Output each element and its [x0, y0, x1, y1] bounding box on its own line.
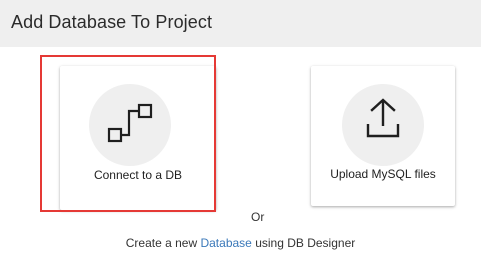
upload-mysql-label: Upload MySQL files	[330, 167, 436, 181]
or-separator: Or	[251, 210, 265, 224]
upload-icon	[342, 84, 424, 166]
dialog-header: Add Database To Project	[0, 0, 481, 47]
connect-db-label: Connect to a DB	[93, 168, 183, 182]
upload-mysql-card[interactable]: Upload MySQL files	[311, 66, 455, 206]
create-suffix-text: using DB Designer	[255, 236, 356, 250]
connect-db-card[interactable]: Connect to a DB	[60, 66, 216, 210]
create-prefix-text: Create a new	[125, 236, 198, 250]
dialog-title: Add Database To Project	[11, 12, 213, 32]
connection-icon	[89, 84, 171, 166]
create-new-database-line: Create a new Database using DB Designer	[0, 236, 481, 250]
database-link[interactable]: Database	[200, 236, 251, 250]
